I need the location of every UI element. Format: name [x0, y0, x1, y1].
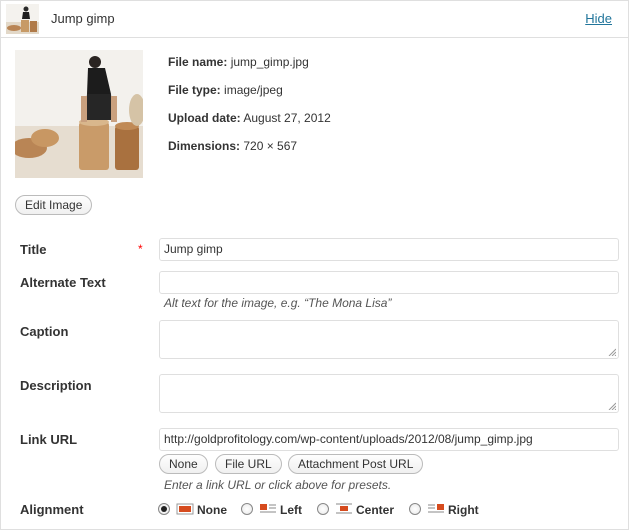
- description-textarea[interactable]: [159, 374, 619, 413]
- hide-link[interactable]: Hide: [585, 11, 612, 26]
- link-attachment-post-url-button[interactable]: Attachment Post URL: [288, 454, 424, 474]
- image-thumbnail: [15, 50, 143, 178]
- upload-date-value: August 27, 2012: [243, 111, 331, 125]
- resize-grip-icon[interactable]: [608, 348, 616, 356]
- link-none-button[interactable]: None: [159, 454, 208, 474]
- resize-grip-icon[interactable]: [608, 402, 616, 410]
- file-name-row: File name: jump_gimp.jpg: [168, 55, 309, 69]
- alignment-right-label[interactable]: Right: [448, 503, 479, 517]
- description-label: Description: [20, 378, 92, 393]
- align-right-icon: [428, 504, 444, 513]
- media-item-header: Jump gimp Hide: [1, 1, 628, 38]
- thumbnail-small: [6, 4, 39, 34]
- alignment-center-label[interactable]: Center: [356, 503, 394, 517]
- alignment-none-label[interactable]: None: [197, 503, 227, 517]
- caption-textarea[interactable]: [159, 320, 619, 359]
- file-name-label: File name:: [168, 55, 228, 69]
- file-type-label: File type:: [168, 83, 221, 97]
- upload-date-row: Upload date: August 27, 2012: [168, 111, 331, 125]
- media-title: Jump gimp: [51, 11, 115, 26]
- caption-label: Caption: [20, 324, 69, 339]
- alt-text-input[interactable]: [159, 271, 619, 294]
- upload-date-label: Upload date:: [168, 111, 241, 125]
- dimensions-row: Dimensions: 720 × 567: [168, 139, 297, 153]
- alignment-none-radio[interactable]: [158, 503, 170, 515]
- link-url-help: Enter a link URL or click above for pres…: [164, 478, 392, 492]
- file-type-row: File type: image/jpeg: [168, 83, 283, 97]
- dimensions-label: Dimensions:: [168, 139, 241, 153]
- edit-image-button[interactable]: Edit Image: [15, 195, 93, 215]
- alignment-label: Alignment: [20, 502, 84, 517]
- alignment-left-label[interactable]: Left: [280, 503, 302, 517]
- link-file-url-button[interactable]: File URL: [215, 454, 282, 474]
- dimensions-value: 720 × 567: [243, 139, 298, 153]
- align-center-icon: [336, 503, 352, 514]
- alignment-center-radio[interactable]: [317, 503, 329, 515]
- alt-text-label: Alternate Text: [20, 275, 106, 290]
- title-label: Title: [20, 242, 47, 257]
- file-name-value: jump_gimp.jpg: [230, 55, 309, 69]
- required-mark: *: [138, 242, 143, 256]
- align-left-icon: [260, 504, 276, 513]
- alignment-left-radio[interactable]: [241, 503, 253, 515]
- align-none-icon: [176, 503, 194, 515]
- title-input[interactable]: Jump gimp: [159, 238, 619, 261]
- alignment-right-radio[interactable]: [409, 503, 421, 515]
- media-item-panel: Jump gimp Hide File name: jump_gimp.jpg …: [0, 0, 629, 530]
- link-url-label: Link URL: [20, 432, 78, 447]
- alt-text-help: Alt text for the image, e.g. “The Mona L…: [164, 296, 392, 310]
- link-url-input[interactable]: http://goldprofitology.com/wp-content/up…: [159, 428, 619, 451]
- file-type-value: image/jpeg: [224, 83, 283, 97]
